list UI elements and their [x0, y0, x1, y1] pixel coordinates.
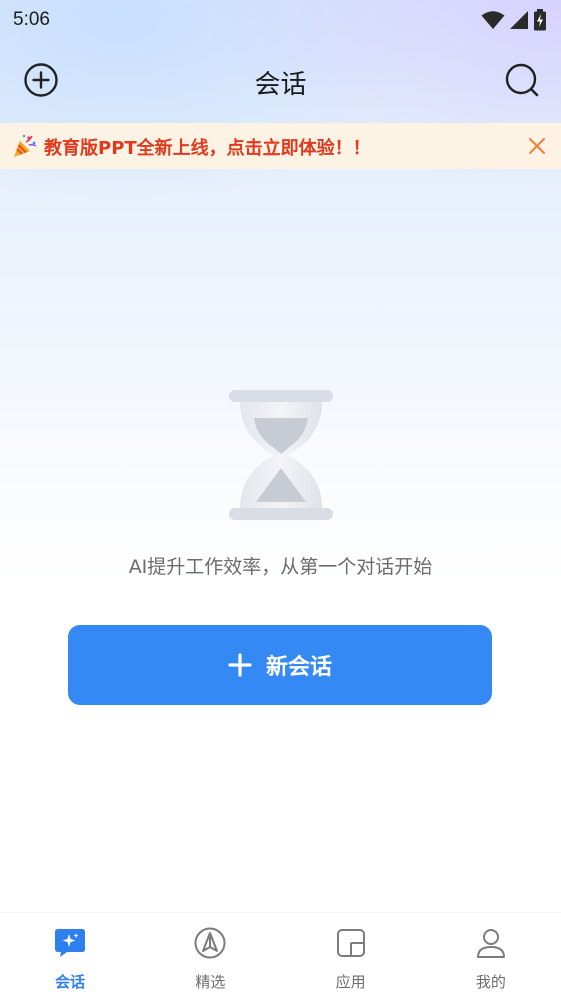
tab-label: 会话	[55, 973, 86, 991]
promo-banner[interactable]: 教育版PPT全新上线，点击立即体验！！	[0, 123, 561, 169]
plus-icon	[228, 653, 252, 677]
new-conversation-button[interactable]: 新会话	[68, 625, 492, 705]
party-popper-icon	[14, 134, 37, 157]
empty-state-message: AI提升工作效率，从第一个对话开始	[128, 556, 433, 578]
apps-icon	[336, 929, 365, 957]
hourglass-icon	[229, 390, 333, 520]
chat-sparkle-icon	[55, 929, 86, 957]
status-time: 5:06	[13, 9, 50, 30]
bottom-tab-bar: 会话 精选 应用 我的	[0, 912, 561, 999]
battery-charging-icon	[534, 9, 546, 31]
close-icon[interactable]	[525, 134, 549, 158]
compass-pen-icon	[194, 927, 226, 959]
tab-apps[interactable]: 应用	[281, 913, 421, 999]
status-icons	[481, 9, 547, 31]
user-icon	[476, 929, 505, 958]
search-button[interactable]	[502, 60, 542, 100]
status-bar: 5:06	[0, 0, 561, 40]
search-icon	[505, 63, 539, 97]
header: 会话	[0, 52, 561, 108]
tab-label: 应用	[335, 973, 366, 991]
page-title: 会话	[254, 70, 307, 100]
tab-profile[interactable]: 我的	[421, 913, 561, 999]
banner-text[interactable]: 教育版PPT全新上线，点击立即体验！！	[44, 134, 371, 160]
wifi-icon	[481, 11, 505, 29]
tab-label: 精选	[195, 973, 226, 991]
tab-label: 我的	[475, 973, 506, 991]
new-conversation-label: 新会话	[265, 655, 332, 680]
signal-icon	[510, 11, 528, 29]
tab-conversations[interactable]: 会话	[0, 913, 140, 999]
tab-featured[interactable]: 精选	[140, 913, 280, 999]
